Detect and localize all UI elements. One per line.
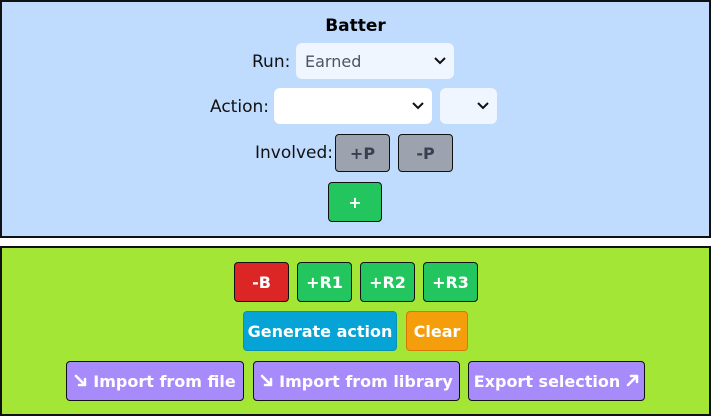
chevron-down-icon xyxy=(434,57,446,65)
remove-player-button[interactable]: -P xyxy=(398,134,453,172)
involved-label: Involved: xyxy=(255,143,334,163)
add-runner-1-button[interactable]: +R1 xyxy=(297,262,352,302)
export-selection-button[interactable]: Export selection xyxy=(468,361,645,401)
arrow-down-right-icon xyxy=(260,374,274,388)
add-runner-2-button[interactable]: +R2 xyxy=(360,262,415,302)
actions-panel: -B +R1 +R2 +R3 Generate action Clear Imp… xyxy=(0,246,711,416)
generate-action-button[interactable]: Generate action xyxy=(243,311,397,351)
action-sub-select[interactable] xyxy=(440,88,497,124)
batter-panel: Batter Run: Earned Action: Involved: +P … xyxy=(0,0,711,238)
add-player-button[interactable]: +P xyxy=(335,134,390,172)
chevron-down-icon xyxy=(477,102,489,110)
arrow-up-right-icon xyxy=(625,374,639,388)
remove-batter-button[interactable]: -B xyxy=(234,262,289,302)
action-select[interactable] xyxy=(274,88,432,124)
import-from-library-button[interactable]: Import from library xyxy=(253,361,460,401)
batter-title: Batter xyxy=(325,16,386,36)
import-from-file-button[interactable]: Import from file xyxy=(66,361,244,401)
action-label: Action: xyxy=(210,97,269,117)
chevron-down-icon xyxy=(412,102,424,110)
import-from-library-label: Import from library xyxy=(279,371,453,391)
add-runner-3-button[interactable]: +R3 xyxy=(423,262,478,302)
clear-button[interactable]: Clear xyxy=(406,311,468,351)
run-select-value: Earned xyxy=(305,51,362,71)
export-selection-label: Export selection xyxy=(473,371,621,391)
run-label: Run: xyxy=(252,52,291,72)
arrow-down-right-icon xyxy=(74,374,88,388)
run-select[interactable]: Earned xyxy=(296,43,454,79)
import-from-file-label: Import from file xyxy=(93,371,236,391)
add-action-button[interactable]: + xyxy=(328,182,382,222)
